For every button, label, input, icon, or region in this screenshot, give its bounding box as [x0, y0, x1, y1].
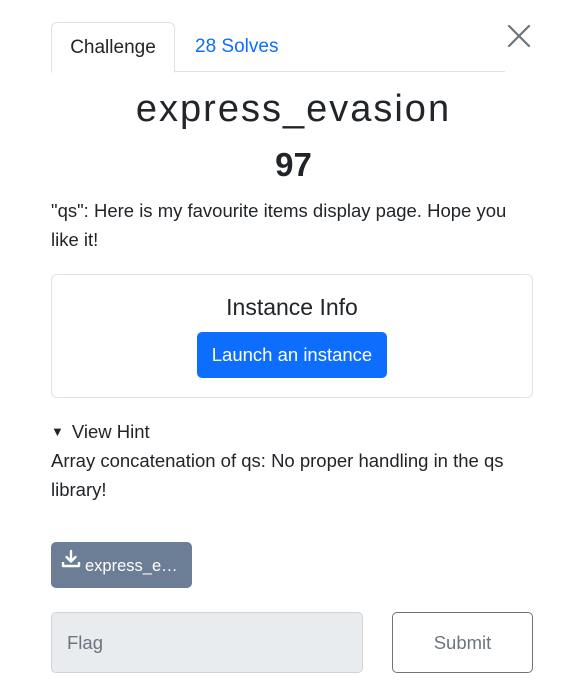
- challenge-value: 97: [275, 146, 312, 183]
- challenge-tabs: Challenge 28 Solves: [51, 22, 505, 73]
- submit-button[interactable]: Submit: [392, 612, 533, 673]
- challenge-modal: Challenge 28 Solves express_evasion 97 "…: [0, 0, 587, 699]
- flag-input[interactable]: [51, 612, 363, 673]
- close-button[interactable]: [505, 22, 533, 50]
- view-hint-toggle[interactable]: ▼ View Hint: [51, 418, 150, 446]
- download-icon: [61, 542, 81, 587]
- challenge-description: "qs": Here is my favourite items display…: [51, 200, 507, 250]
- download-file-button[interactable]: express_evasion.zip: [51, 542, 192, 588]
- tab-solves[interactable]: 28 Solves: [195, 22, 278, 72]
- caret-down-icon: ▼: [51, 424, 64, 439]
- launch-instance-button[interactable]: Launch an instance: [197, 332, 387, 378]
- view-hint-label: View Hint: [71, 421, 150, 442]
- hint-text: Array concatenation of qs: No proper han…: [51, 450, 504, 500]
- instance-info-title: Instance Info: [226, 294, 358, 320]
- instance-info-card: Instance Info Launch an instance: [51, 274, 533, 398]
- challenge-name: express_evasion: [135, 88, 452, 130]
- tab-challenge[interactable]: Challenge: [51, 22, 175, 73]
- close-icon: [507, 24, 531, 48]
- file-name: express_evasion.zip: [85, 556, 183, 575]
